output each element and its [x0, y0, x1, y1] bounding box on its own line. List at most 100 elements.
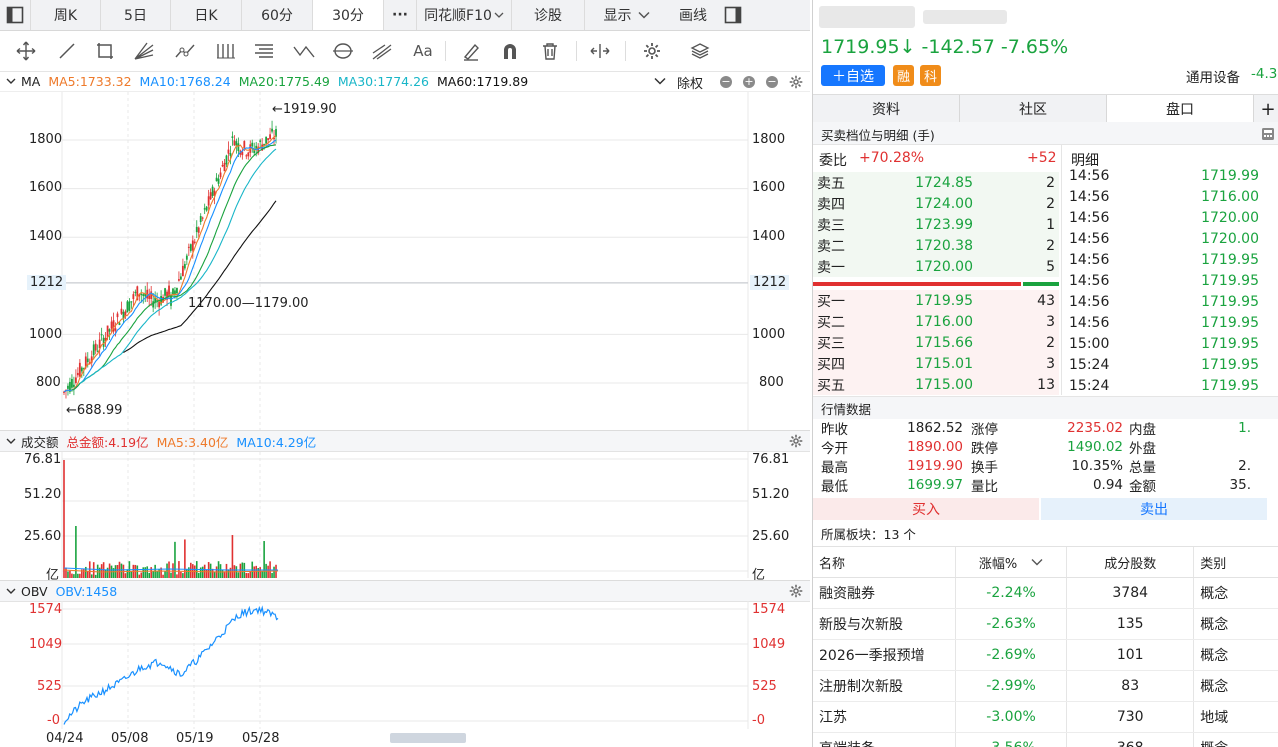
split-arrows-icon[interactable]: [588, 39, 612, 63]
trash-icon[interactable]: [538, 39, 562, 63]
more-periods-button[interactable]: ···: [384, 0, 417, 30]
obv-value: OBV:1458: [55, 583, 118, 599]
weibi-label: 委比: [819, 153, 847, 169]
ma-label[interactable]: MA: [21, 74, 40, 89]
level-label: 买三: [817, 335, 845, 352]
ma10-value: MA10:1768.24: [139, 73, 231, 89]
wave-path-icon[interactable]: [173, 39, 197, 63]
trade-time: 14:56: [1069, 209, 1110, 226]
vertical-lines-icon[interactable]: [214, 39, 238, 63]
sector-row[interactable]: 融资融券 -2.24% 3784 概念: [813, 578, 1278, 609]
crosshair-move-icon[interactable]: [14, 39, 38, 63]
f10-dropdown[interactable]: 同花顺F10: [417, 0, 512, 30]
chart-scroll-handle[interactable]: [390, 733, 466, 743]
quote-key: 量比: [971, 478, 998, 495]
candle-body: [74, 377, 77, 383]
rectangle-icon[interactable]: [93, 39, 117, 63]
gear-icon[interactable]: [789, 75, 803, 89]
sell-button[interactable]: 卖出: [1041, 498, 1267, 520]
volume-bar: [152, 571, 154, 578]
display-dropdown[interactable]: 显示: [585, 0, 668, 30]
tab-30min[interactable]: 30分: [313, 0, 384, 30]
tab-profile[interactable]: 资料: [813, 95, 960, 123]
buy-level-row[interactable]: 买五 1715.00 13: [813, 374, 1059, 395]
buy-level-row[interactable]: 买三 1715.66 2: [813, 332, 1059, 353]
volume-bar: [156, 570, 158, 578]
zigzag-icon[interactable]: [292, 39, 316, 63]
sell-level-row[interactable]: 卖二 1720.38 2: [813, 235, 1059, 256]
gear-icon[interactable]: [640, 39, 664, 63]
sell-level-row[interactable]: 卖五 1724.85 2: [813, 172, 1059, 193]
text-tool-icon[interactable]: Aa: [409, 39, 437, 63]
pitchfork-icon[interactable]: [370, 39, 394, 63]
tab-orderbook[interactable]: 盘口: [1107, 95, 1254, 123]
volume-label[interactable]: 成交额: [21, 432, 59, 451]
price-tick-1800: 1800: [29, 132, 63, 147]
quote-key: 总量: [1129, 459, 1156, 476]
volume-chart[interactable]: [0, 452, 810, 578]
sector-row[interactable]: 注册制次新股 -2.99% 83 概念: [813, 671, 1278, 702]
industry-name[interactable]: 通用设备: [1186, 66, 1240, 86]
trade-price: 1720.00: [1201, 209, 1259, 226]
volume-bar: [90, 574, 93, 578]
plus-icon[interactable]: +: [743, 76, 755, 88]
minus-icon[interactable]: −: [720, 76, 732, 88]
add-watchlist-button[interactable]: ＋自选: [821, 65, 885, 86]
candle-body: [86, 358, 89, 362]
level-label: 卖二: [817, 238, 845, 255]
tab-60min[interactable]: 60分: [242, 0, 313, 30]
diagnose-tab[interactable]: 诊股: [512, 0, 585, 30]
level-price: 1723.99: [915, 216, 973, 233]
col-constituents[interactable]: 成分股数: [1067, 547, 1195, 577]
sell-level-row[interactable]: 卖一 1720.00 5: [813, 256, 1059, 277]
candle-body: [178, 279, 180, 281]
level-volume: 2: [1046, 195, 1055, 212]
tab-daily[interactable]: 日K: [171, 0, 242, 30]
eraser-pen-icon[interactable]: [459, 39, 483, 63]
candle-body: [106, 325, 109, 338]
chevron-down-icon[interactable]: [6, 437, 16, 445]
fibonacci-icon[interactable]: [252, 39, 276, 63]
sector-row[interactable]: 江苏 -3.00% 730 地域: [813, 702, 1278, 733]
minus-icon[interactable]: −: [766, 76, 778, 88]
price-tick-current-right: 1212: [750, 275, 790, 290]
adjust-rights-toggle[interactable]: 除权: [677, 73, 703, 92]
buy-button[interactable]: 买入: [813, 498, 1039, 520]
right-panel-toggle-button[interactable]: [718, 0, 748, 30]
draw-line-button[interactable]: 画线: [668, 0, 718, 30]
sidebar-toggle-button[interactable]: [0, 0, 31, 30]
tab-weekly[interactable]: 周K: [31, 0, 101, 30]
obv-chart[interactable]: [0, 601, 810, 729]
tab-community[interactable]: 社区: [960, 95, 1107, 123]
gear-icon[interactable]: [789, 434, 803, 448]
quote-value: 2235.02: [1067, 419, 1123, 436]
calculator-icon[interactable]: [1261, 127, 1275, 141]
magnet-icon[interactable]: [498, 39, 522, 63]
sector-row[interactable]: 高端装备-3.56%368概念: [813, 733, 1278, 747]
chevron-down-icon[interactable]: [6, 77, 16, 85]
col-category[interactable]: 类别: [1194, 547, 1278, 577]
col-name[interactable]: 名称: [813, 547, 956, 577]
sector-row[interactable]: 2026一季报预增 -2.69% 101 概念: [813, 640, 1278, 671]
tab-5day[interactable]: 5日: [101, 0, 171, 30]
trade-detail-row: 14:56 1719.95: [1069, 249, 1278, 270]
gear-icon[interactable]: [789, 584, 803, 598]
chevron-down-icon[interactable]: [654, 77, 666, 85]
col-change[interactable]: 涨幅%: [956, 547, 1068, 577]
quote-row: 最高 1919.90 换手 10.35% 总量 2.: [813, 456, 1278, 476]
cycle-icon[interactable]: [331, 39, 355, 63]
buy-level-row[interactable]: 买二 1716.00 3: [813, 311, 1059, 332]
chevron-down-icon[interactable]: [6, 587, 16, 595]
trend-line-icon[interactable]: [55, 39, 79, 63]
buy-level-row[interactable]: 买四 1715.01 3: [813, 353, 1059, 374]
fan-lines-icon[interactable]: [132, 39, 156, 63]
sector-row[interactable]: 新股与次新股 -2.63% 135 概念: [813, 609, 1278, 640]
sell-level-row[interactable]: 卖四 1724.00 2: [813, 193, 1059, 214]
add-tab-button[interactable]: +: [1254, 95, 1278, 123]
layers-icon[interactable]: [688, 39, 712, 63]
sell-level-row[interactable]: 卖三 1723.99 1: [813, 214, 1059, 235]
kline-chart[interactable]: [0, 92, 810, 430]
obv-label[interactable]: OBV: [21, 584, 48, 599]
level-volume: 3: [1046, 355, 1055, 372]
buy-level-row[interactable]: 买一 1719.95 43: [813, 290, 1059, 311]
